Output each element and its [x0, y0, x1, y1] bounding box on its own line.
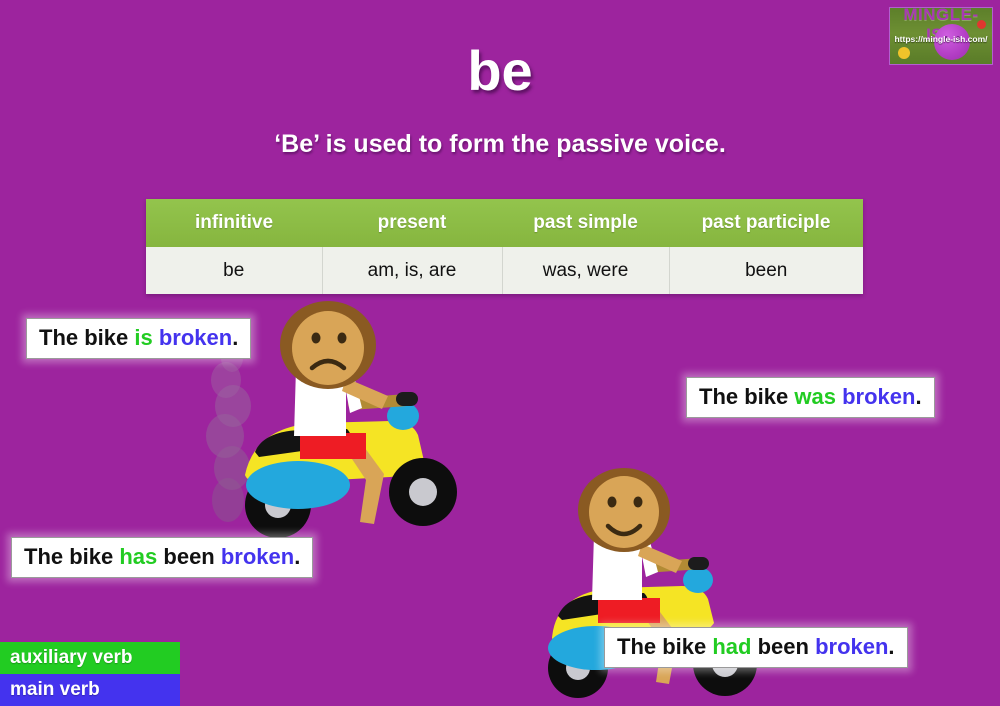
table-header-present: present: [322, 199, 502, 247]
verb-forms-table: infinitive present past simple past part…: [146, 199, 863, 294]
rider-eye-left: [607, 496, 617, 508]
smoke-icon: [206, 344, 251, 522]
table-header-past-participle: past participle: [669, 199, 863, 247]
rider-face: [292, 311, 364, 385]
caption-token-auxiliary: is: [134, 325, 153, 350]
rider-eye-right: [337, 332, 347, 344]
caption-token-plain: The bike: [617, 634, 713, 659]
caption-token-plain: been: [157, 544, 221, 569]
table-row: be am, is, are was, were been: [146, 247, 863, 294]
caption-present-perfect: The bike has been broken.: [11, 537, 314, 578]
legend-auxiliary-verb: auxiliary verb: [0, 642, 180, 674]
caption-token-plain: .: [232, 325, 239, 350]
caption-past-perfect: The bike had been broken.: [604, 627, 908, 668]
caption-token-auxiliary: was: [794, 384, 836, 409]
caption-token-plain: .: [294, 544, 301, 569]
table-cell-present: am, is, are: [321, 247, 503, 294]
caption-token-main: broken: [815, 634, 889, 659]
caption-token-plain: The bike: [699, 384, 795, 409]
caption-token-plain: been: [751, 634, 816, 659]
slide-canvas: MINGLE-ISH https://mingle-ish.com/ be ‘B…: [0, 0, 1000, 706]
scooter-side-panel: [246, 461, 350, 509]
table-cell-past-participle: been: [668, 247, 863, 294]
caption-token-auxiliary: had: [712, 634, 752, 659]
table-cell-past-simple: was, were: [501, 247, 670, 294]
rider-shorts: [300, 433, 366, 459]
table-header-row: infinitive present past simple past part…: [146, 199, 863, 247]
table-header-past-simple: past simple: [502, 199, 669, 247]
handgrip: [396, 392, 418, 406]
caption-present-simple: The bike is broken.: [26, 318, 252, 359]
rider-shorts: [598, 598, 660, 623]
caption-token-plain: .: [915, 384, 922, 409]
caption-token-plain: .: [888, 634, 895, 659]
caption-token-main: broken: [842, 384, 916, 409]
rider-face: [589, 476, 659, 548]
caption-token-auxiliary: has: [119, 544, 158, 569]
table-cell-infinitive: be: [146, 247, 323, 294]
caption-token-main: broken: [220, 544, 295, 569]
watermark-red-dot-icon: [977, 20, 986, 29]
legend: auxiliary verb main verb: [0, 642, 180, 706]
watermark-url: https://mingle-ish.com/: [894, 34, 988, 44]
table-header-infinitive: infinitive: [146, 199, 322, 247]
page-subtitle: ‘Be’ is used to form the passive voice.: [274, 130, 726, 158]
caption-past-simple: The bike was broken.: [686, 377, 935, 418]
rider-eye-right: [633, 496, 643, 508]
page-title: be: [467, 39, 533, 102]
caption-token-plain: The bike: [24, 544, 120, 569]
front-light: [683, 567, 713, 593]
caption-token-main: broken: [158, 325, 233, 350]
handgrip: [688, 557, 709, 570]
legend-main-verb: main verb: [0, 674, 180, 706]
rider-eye-left: [311, 332, 321, 344]
caption-token-plain: The bike: [39, 325, 135, 350]
